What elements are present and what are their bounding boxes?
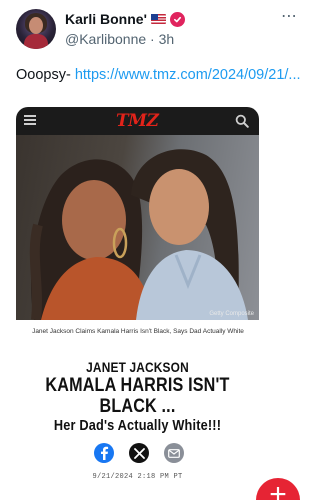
- photo-illustration: [29, 149, 248, 320]
- post-time[interactable]: 3h: [159, 31, 175, 47]
- article-date: 9/21/2024 2:18 PM PT: [92, 473, 183, 481]
- headline-line-1: JANET JACKSON: [86, 359, 189, 375]
- verified-badge-icon: [169, 11, 185, 27]
- headline-line-3: BLACK ...: [99, 396, 176, 417]
- avatar-face: [29, 17, 43, 34]
- avatar-body: [24, 34, 48, 49]
- share-row: [94, 443, 184, 465]
- article-headline: JANET JACKSON KAMALA HARRIS ISN'T BLACK …: [16, 359, 259, 435]
- facebook-icon[interactable]: [94, 443, 114, 463]
- photo-credit: Getty Composite: [209, 311, 254, 317]
- tmz-topbar: TMZ: [16, 107, 259, 135]
- tmz-logo: TMZ: [116, 111, 159, 131]
- headline-line-4: Her Dad's Actually White!!!: [53, 417, 222, 434]
- name-row: Karli Bonne': [65, 10, 275, 28]
- search-icon[interactable]: [235, 114, 249, 128]
- author-name[interactable]: Karli Bonne': [65, 11, 147, 27]
- link-card[interactable]: TMZ Getty Composite Janet Jackson Claims…: [16, 107, 259, 488]
- post: Karli Bonne' @Karlibonne · 3h ⋯ Ooopsy- …: [0, 0, 311, 500]
- mail-icon[interactable]: [164, 443, 184, 463]
- post-header: Karli Bonne' @Karlibonne · 3h: [65, 10, 275, 47]
- author-handle[interactable]: @Karlibonne: [65, 31, 146, 47]
- headline-line-2: KAMALA HARRIS ISN'T: [45, 375, 230, 396]
- x-icon[interactable]: [129, 443, 149, 463]
- more-options-icon[interactable]: ⋯: [281, 9, 298, 25]
- post-link[interactable]: https://www.tmz.com/2024/09/21/...: [75, 67, 301, 83]
- avatar[interactable]: [16, 9, 56, 49]
- separator-dot: ·: [150, 31, 155, 47]
- post-text: Ooopsy- https://www.tmz.com/2024/09/21/.…: [16, 66, 301, 84]
- handle-row: @Karlibonne · 3h: [65, 31, 275, 47]
- hamburger-icon[interactable]: [24, 115, 36, 125]
- article-caption: Janet Jackson Claims Kamala Harris Isn't…: [32, 328, 244, 335]
- post-text-prefix: Ooopsy-: [16, 67, 75, 83]
- article-photo: Getty Composite: [16, 135, 259, 320]
- us-flag-icon: [150, 14, 166, 24]
- compose-plus-icon: +: [269, 478, 287, 500]
- compose-button[interactable]: +: [256, 478, 300, 500]
